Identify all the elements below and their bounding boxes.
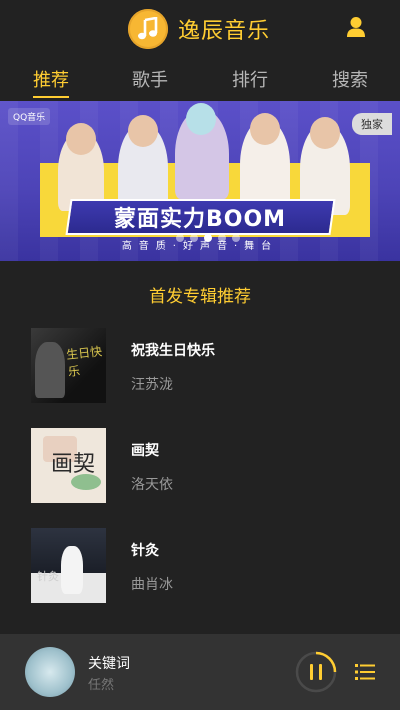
slide-dot[interactable] bbox=[232, 234, 240, 242]
slide-dot[interactable] bbox=[176, 234, 184, 242]
nav-tabs: 推荐 歌手 排行 搜索 bbox=[0, 60, 400, 98]
tab-search[interactable]: 搜索 bbox=[332, 66, 368, 92]
album-name: 祝我生日快乐 bbox=[131, 343, 215, 359]
list-item[interactable]: 针灸 针灸 曲肖冰 bbox=[0, 528, 400, 604]
exclusive-badge: 独家 bbox=[352, 113, 392, 135]
album-artist: 曲肖冰 bbox=[131, 577, 173, 593]
tab-recommend[interactable]: 推荐 bbox=[33, 66, 69, 98]
banner-person-head bbox=[250, 113, 280, 145]
playlist-button[interactable] bbox=[355, 662, 375, 682]
album-disc[interactable] bbox=[25, 647, 75, 697]
app-header: 逸辰音乐 bbox=[0, 0, 400, 56]
app-logo: 逸辰音乐 bbox=[128, 9, 270, 49]
slide-dot[interactable] bbox=[190, 234, 198, 242]
banner-person-head bbox=[128, 115, 158, 147]
banner-person-head bbox=[186, 103, 216, 135]
slide-dot-active[interactable] bbox=[204, 234, 212, 242]
pause-button[interactable] bbox=[295, 651, 337, 693]
cover-text: 生日快乐 bbox=[65, 344, 103, 379]
album-artist: 洛天依 bbox=[131, 477, 173, 493]
album-cover: 针灸 bbox=[31, 528, 106, 603]
cover-text: 针灸 bbox=[37, 570, 59, 583]
singer-name: 任然 bbox=[88, 678, 115, 693]
album-cover: 生日快乐 bbox=[31, 328, 106, 403]
cover-decoration bbox=[71, 474, 101, 490]
cover-figure bbox=[35, 342, 65, 398]
playlist-icon bbox=[355, 664, 375, 680]
banner-source-label: QQ音乐 bbox=[8, 108, 51, 125]
banner-title-text: 蒙面实力BOOM bbox=[114, 207, 287, 232]
list-item[interactable]: 生日快乐 祝我生日快乐 汪苏泷 bbox=[0, 328, 400, 404]
album-artist: 汪苏泷 bbox=[131, 377, 173, 393]
music-note-icon bbox=[128, 9, 168, 49]
banner-person-head bbox=[310, 117, 340, 149]
album-name: 画契 bbox=[131, 443, 159, 459]
banner-pagination bbox=[176, 234, 240, 242]
slide-dot[interactable] bbox=[218, 234, 226, 242]
section-title: 首发专辑推荐 bbox=[149, 287, 251, 307]
cover-figure bbox=[61, 546, 83, 594]
banner-title: 蒙面实力BOOM bbox=[65, 199, 336, 235]
tab-ranking[interactable]: 排行 bbox=[232, 66, 268, 92]
banner-person-head bbox=[66, 123, 96, 155]
album-cover: 画契 bbox=[31, 428, 106, 503]
song-name: 关键词 bbox=[88, 656, 130, 672]
mini-player[interactable]: 关键词 任然 bbox=[0, 634, 400, 710]
user-icon[interactable] bbox=[346, 16, 366, 38]
pause-icon bbox=[295, 651, 337, 693]
tab-singers[interactable]: 歌手 bbox=[132, 66, 168, 92]
album-name: 针灸 bbox=[131, 543, 159, 559]
app-title: 逸辰音乐 bbox=[178, 19, 271, 44]
list-item[interactable]: 画契 画契 洛天依 bbox=[0, 428, 400, 504]
